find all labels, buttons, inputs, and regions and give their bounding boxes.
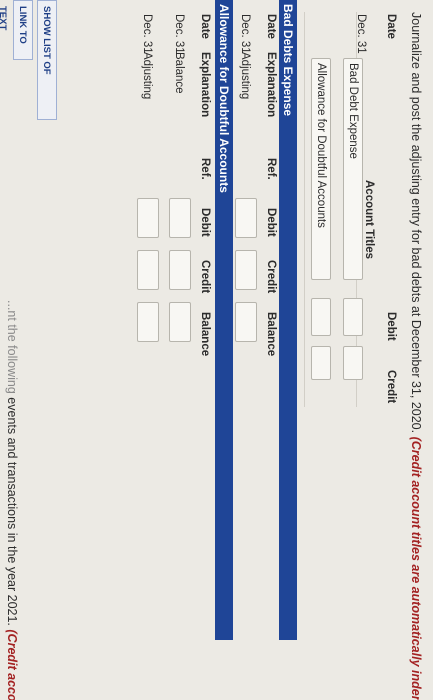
ledger-header-debit: Debit bbox=[199, 208, 211, 237]
ledger-header-explanation: Explanation bbox=[199, 52, 211, 118]
ledger-header-debit: Debit bbox=[265, 208, 277, 237]
ledger-bad-debts-title: Bad Debts Expense bbox=[281, 4, 295, 117]
journal-header-debit: Debit bbox=[385, 312, 397, 341]
ledger-row-explanation: Adjusting bbox=[239, 52, 251, 100]
journal-row-1-debit-input[interactable] bbox=[343, 298, 363, 336]
journal-row-1-credit-input[interactable] bbox=[343, 346, 363, 380]
ledger-header-credit: Credit bbox=[199, 260, 211, 294]
ledger-debit-input[interactable] bbox=[137, 198, 159, 238]
ledger-row-explanation: Balance bbox=[173, 52, 185, 94]
link-to-text-button[interactable]: LINK TO TEXT bbox=[0, 0, 33, 60]
show-list-of-accounts-button[interactable]: SHOW LIST OF ACCOUNTS bbox=[21, 0, 57, 120]
ledger-balance-input[interactable] bbox=[137, 302, 159, 342]
ledger-row-date: Dec. 31 bbox=[239, 14, 251, 54]
ledger-balance-input[interactable] bbox=[169, 302, 191, 342]
ledger-header-date: Date bbox=[199, 14, 211, 39]
instruction-hint: (Credit account titles are automatically… bbox=[409, 436, 423, 700]
instruction-text: Journalize and post the adjusting entry … bbox=[409, 12, 423, 434]
ledger-header-credit: Credit bbox=[265, 260, 277, 294]
journal-row-2-credit-input[interactable] bbox=[311, 346, 331, 380]
next-instruction-text: events and transactions in the year 2021… bbox=[5, 393, 19, 626]
ledger-balance-input[interactable] bbox=[235, 302, 257, 342]
rotated-screen: Journalize and post the adjusting entry … bbox=[0, 0, 433, 700]
next-instruction: ...nt the following events and transacti… bbox=[5, 300, 19, 700]
journal-row-2-account: Allowance for Doubtful Accounts bbox=[315, 63, 327, 228]
ledger-header-date: Date bbox=[265, 14, 277, 39]
ledger-header-explanation: Explanation bbox=[265, 52, 277, 118]
ledger-credit-input[interactable] bbox=[137, 250, 159, 290]
ledger-credit-input[interactable] bbox=[169, 250, 191, 290]
ledger-debit-input[interactable] bbox=[169, 198, 191, 238]
ledger-credit-input[interactable] bbox=[235, 250, 257, 290]
journal-row-1-account-field[interactable]: Bad Debt Expense bbox=[343, 58, 363, 280]
ledger-allowance-title: Allowance for Doubtful Accounts bbox=[217, 4, 231, 193]
journal-row-1-account: Bad Debt Expense bbox=[347, 63, 359, 159]
ledger-title-bar: Allowance for Doubtful Accounts bbox=[215, 0, 233, 640]
ledger-row-date: Dec. 31 bbox=[173, 14, 185, 54]
ledger-header-balance: Balance bbox=[199, 312, 211, 357]
next-instruction-prefix: ...nt the following bbox=[5, 300, 19, 394]
journal-row-2-account-field[interactable]: Allowance for Doubtful Accounts bbox=[311, 58, 331, 280]
ledger-header-ref: Ref. bbox=[199, 158, 211, 180]
ledger-header-balance: Balance bbox=[265, 312, 277, 357]
journal-row-1-date: Dec. 31 bbox=[355, 14, 367, 54]
ledger-header-ref: Ref. bbox=[265, 158, 277, 180]
divider bbox=[304, 12, 305, 407]
next-instruction-hint: (Credit account t bbox=[5, 629, 19, 700]
journal-header-date: Date bbox=[385, 14, 397, 39]
ledger-title-bar: Bad Debts Expense bbox=[279, 0, 297, 640]
journal-header-credit: Credit bbox=[385, 370, 397, 404]
ledger-row-explanation: Adjusting bbox=[141, 52, 153, 100]
ledger-debit-input[interactable] bbox=[235, 198, 257, 238]
ledger-row-date: Dec. 31 bbox=[141, 14, 153, 54]
instruction: Journalize and post the adjusting entry … bbox=[409, 12, 423, 700]
journal-header-account-titles: Account Titles bbox=[363, 180, 375, 260]
journal-row-2-debit-input[interactable] bbox=[311, 298, 331, 336]
